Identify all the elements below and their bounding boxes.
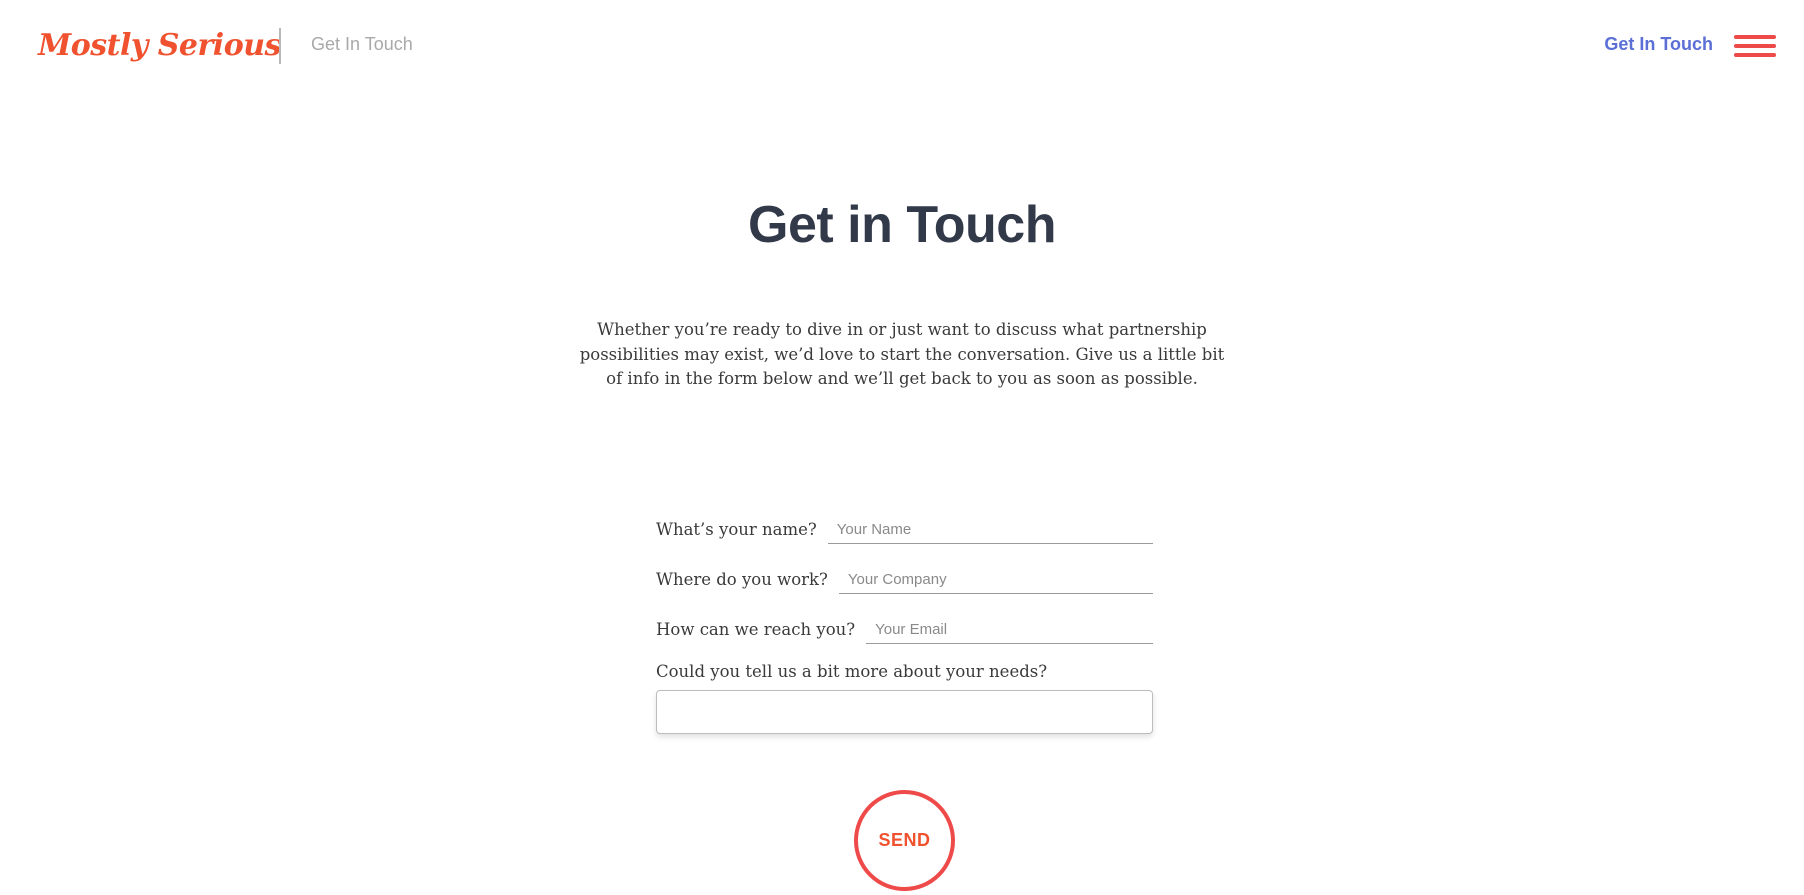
hamburger-menu-icon[interactable] [1734,35,1776,57]
send-button[interactable]: SEND [854,790,955,891]
name-input[interactable] [827,515,1153,544]
page-title: Get in Touch [748,196,1056,254]
menu-bar [1734,53,1776,57]
breadcrumb: Get In Touch [311,34,413,54]
email-row: How can we reach you? [656,612,1153,646]
email-input[interactable] [866,615,1153,644]
menu-bar [1734,35,1776,39]
contact-form: What’s your name? Where do you work? How… [656,512,1153,734]
nav-link-get-in-touch[interactable]: Get In Touch [1604,34,1713,55]
needs-textarea[interactable] [656,690,1153,734]
header-divider [279,28,281,64]
menu-bar [1734,44,1776,48]
company-row: Where do you work? [656,562,1153,596]
name-label: What’s your name? [656,520,817,539]
company-input[interactable] [838,565,1153,594]
company-label: Where do you work? [656,570,828,589]
email-label: How can we reach you? [656,620,856,639]
name-row: What’s your name? [656,512,1153,546]
site-header: Mostly Serious Get In Touch Get In Touch [0,0,1804,92]
intro-text: Whether you’re ready to dive in or just … [579,320,1225,388]
logo[interactable]: Mostly Serious [38,20,281,70]
needs-label: Could you tell us a bit more about your … [656,662,1048,681]
